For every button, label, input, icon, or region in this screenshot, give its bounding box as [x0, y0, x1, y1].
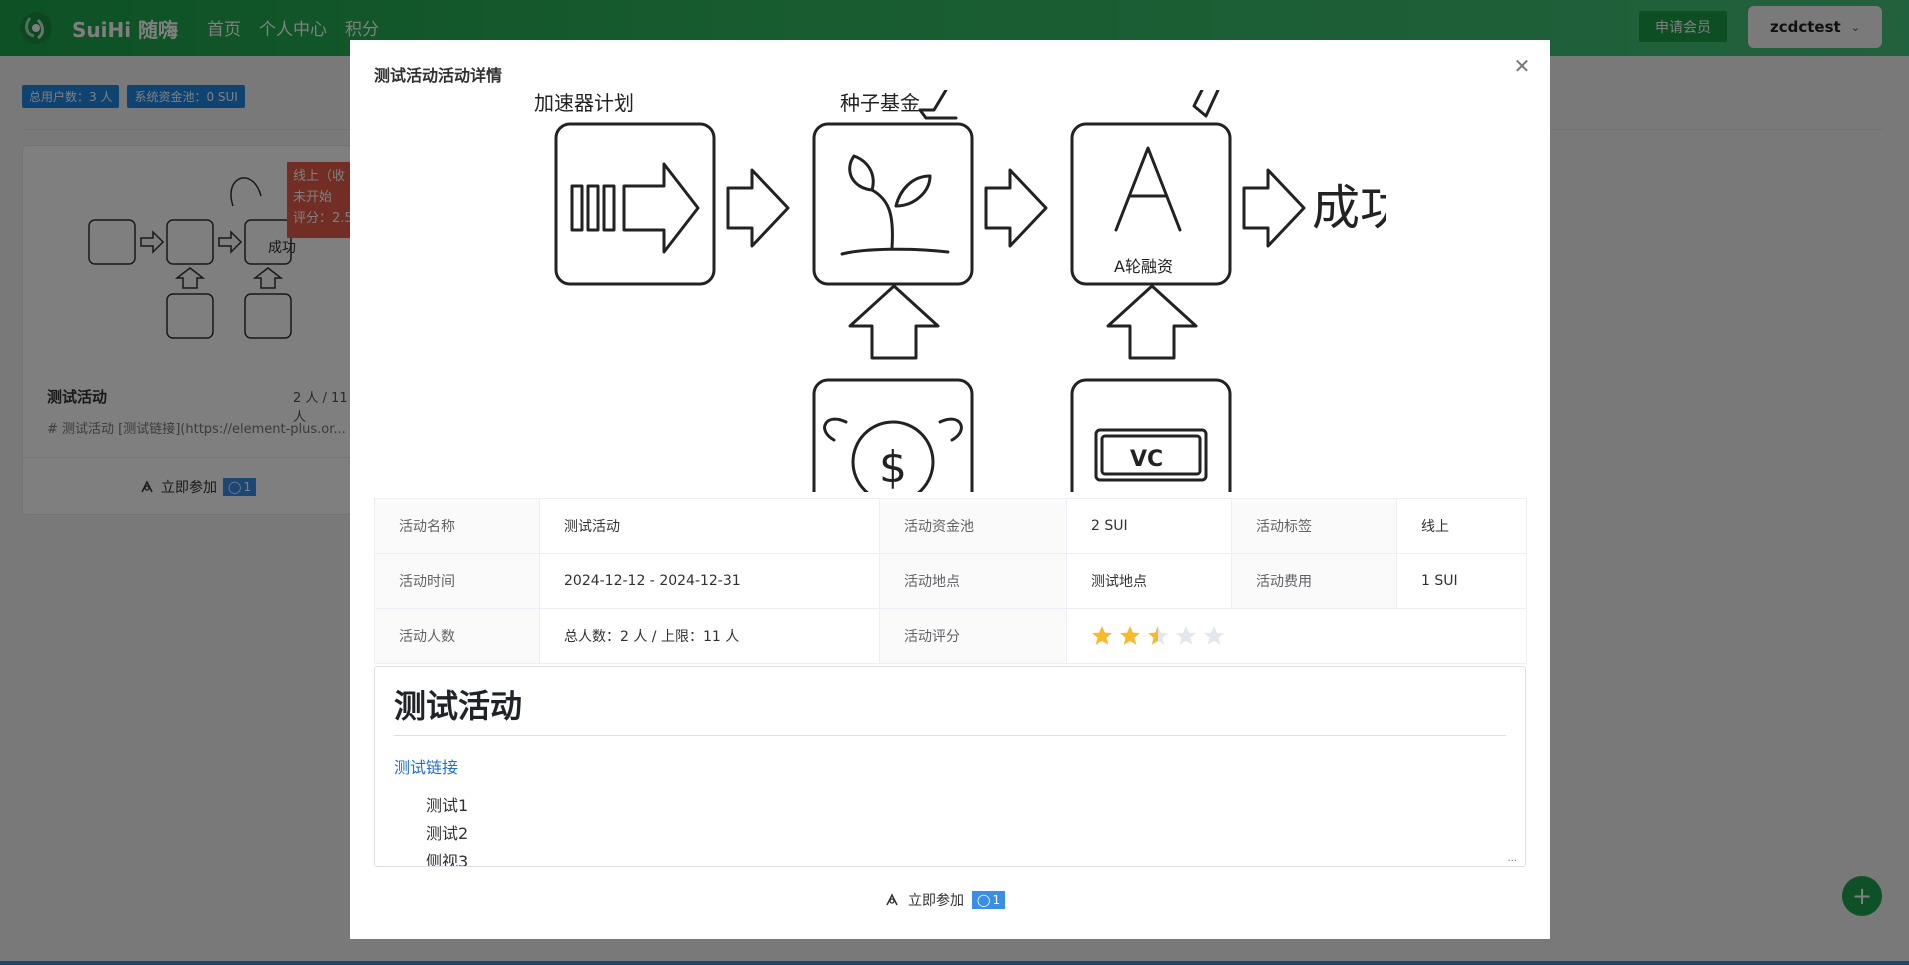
list-item: 测试2: [426, 824, 469, 843]
pool-label: 活动资金池: [879, 498, 1067, 554]
label-success: 成功: [1312, 180, 1386, 236]
close-icon[interactable]: ✕: [1512, 56, 1532, 76]
label-accelerator: 加速器计划: [534, 91, 634, 115]
dollar-icon: $: [879, 442, 907, 492]
time-label: 活动时间: [374, 553, 540, 609]
drop-icon: ◯: [977, 893, 991, 907]
join-icon: [886, 893, 898, 906]
star-icon[interactable]: [1203, 625, 1225, 647]
activity-detail-dialog: 测试活动活动详情 ✕ 加速器计划 种子基金 A轮融资 成功 $ VC 活动名称 …: [350, 40, 1550, 939]
markdown-heading: 测试活动: [394, 681, 1506, 736]
fee-value: 1 SUI: [1396, 553, 1527, 609]
name-label: 活动名称: [374, 498, 540, 554]
label-seed-fund: 种子基金: [840, 91, 920, 115]
rating-label: 活动评分: [879, 608, 1067, 664]
people-label: 活动人数: [374, 608, 540, 664]
activity-info-table: 活动名称 测试活动 活动资金池 2 SUI 活动标签 线上 活动时间 2024-…: [374, 498, 1527, 664]
people-value: 总人数：2 人 / 上限：11 人: [539, 608, 880, 664]
rating-stars[interactable]: [1091, 625, 1502, 647]
star-icon[interactable]: [1091, 625, 1113, 647]
markdown-link[interactable]: 测试链接: [394, 754, 1506, 778]
label-round-a: A轮融资: [1114, 257, 1173, 276]
time-value: 2024-12-12 - 2024-12-31: [539, 553, 880, 609]
join-count-value: 1: [992, 893, 1001, 907]
name-value: 测试活动: [539, 498, 880, 554]
star-icon[interactable]: [1175, 625, 1197, 647]
place-value: 测试地点: [1066, 553, 1232, 609]
fee-label: 活动费用: [1231, 553, 1397, 609]
join-label: 立即参加: [908, 893, 964, 909]
place-label: 活动地点: [879, 553, 1067, 609]
tag-value: 线上: [1396, 498, 1527, 554]
resize-handle[interactable]: ...: [1507, 853, 1517, 864]
vc-icon: VC: [1130, 447, 1163, 472]
join-count: ◯ 1: [972, 891, 1006, 909]
tag-label: 活动标签: [1231, 498, 1397, 554]
rating-value: [1066, 608, 1527, 664]
star-icon[interactable]: [1119, 625, 1141, 647]
dialog-title: 测试活动活动详情: [374, 66, 503, 85]
list-item: 侧视3: [426, 852, 469, 867]
list-item: 测试1: [426, 796, 469, 815]
join-button[interactable]: 立即参加 ◯ 1: [884, 890, 1006, 910]
description-markdown: 测试活动 测试链接 测试1 测试2 侧视3 ...: [374, 666, 1526, 867]
activity-illustration: 加速器计划 种子基金 A轮融资 成功 $ VC: [534, 90, 1386, 492]
markdown-list: 测试1 测试2 侧视3: [394, 792, 1506, 867]
star-icon[interactable]: [1147, 625, 1169, 647]
pool-value: 2 SUI: [1066, 498, 1232, 554]
